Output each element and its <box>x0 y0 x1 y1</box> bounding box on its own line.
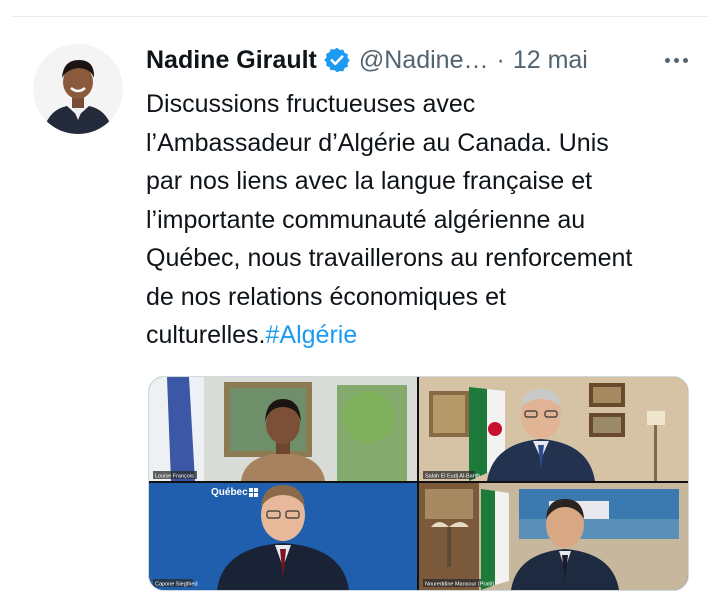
tweet-text: Discussions fructueuses avec l’Ambassade… <box>146 85 706 355</box>
tweet-text-line: Québec, nous travaillerons au renforceme… <box>146 244 633 272</box>
avatar-image <box>33 44 123 134</box>
video-call-grid: Louise François Salah El Eudj Al-Bahth Q… <box>149 377 688 590</box>
tile-caption: Capone Siegfried <box>155 582 198 588</box>
tile-caption: Salah El Eudj Al-Bahth <box>425 474 480 480</box>
author-avatar[interactable] <box>33 44 123 134</box>
video-tile-bottom-left: Québec Capone Siegfried <box>149 483 417 590</box>
tweet-text-line: Discussions fructueuses avec <box>146 90 476 118</box>
verified-badge-icon <box>323 46 351 74</box>
top-divider <box>12 16 708 17</box>
tweet-header: Nadine Girault @Nadine… · 12 mai <box>146 40 690 80</box>
video-tile-top-left: Louise François <box>149 377 417 481</box>
hashtag-link[interactable]: #Algérie <box>266 321 358 349</box>
tweet-text-line: l’Ambassadeur d’Algérie au Canada. Unis <box>146 128 609 157</box>
author-name[interactable]: Nadine Girault <box>146 46 317 75</box>
tweet-text-line: de nos relations économiques et <box>146 282 506 311</box>
author-handle[interactable]: @Nadine… <box>359 46 489 75</box>
video-tile-top-right: Salah El Eudj Al-Bahth <box>419 377 688 481</box>
quebec-logo: Québec <box>211 487 248 498</box>
tweet-text-line: culturelles. <box>146 321 266 349</box>
tile-caption: Louise François <box>155 474 194 480</box>
tweet-media-image[interactable]: Louise François Salah El Eudj Al-Bahth Q… <box>148 376 689 591</box>
tile-caption: Noureddine Mansour (Pratit) <box>425 582 495 588</box>
more-options-icon[interactable] <box>665 57 690 63</box>
tweet-text-line: l’importante communauté algérienne au <box>146 205 586 234</box>
tweet-text-last-line: culturelles.#Algérie <box>146 316 706 355</box>
tweet-text-line: par nos liens avec la langue française e… <box>146 167 593 195</box>
video-tile-bottom-right: Noureddine Mansour (Pratit) <box>419 483 688 590</box>
separator-dot: · <box>496 45 505 74</box>
tweet-date[interactable]: 12 mai <box>513 46 588 75</box>
